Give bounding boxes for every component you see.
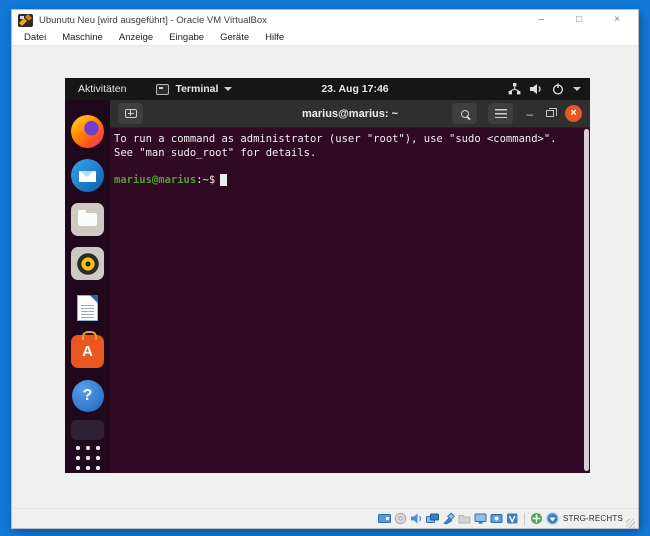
host-menubar: Datei Maschine Anzeige Eingabe Geräte Hi…	[12, 30, 638, 46]
chevron-down-icon	[573, 87, 581, 91]
new-tab-icon	[125, 109, 137, 118]
help-icon: ?	[72, 380, 104, 412]
shared-folders-icon[interactable]	[458, 512, 471, 525]
menu-hilfe[interactable]: Hilfe	[257, 32, 292, 43]
focused-app-label: Terminal	[175, 83, 218, 95]
vbox-statusbar: STRG-RECHTS	[12, 508, 638, 528]
power-icon	[552, 83, 564, 95]
activities-button[interactable]: Aktivitäten	[78, 83, 126, 95]
volume-icon	[530, 83, 543, 95]
recording-icon[interactable]	[490, 512, 503, 525]
focused-app-indicator[interactable]: Terminal	[156, 83, 232, 95]
app-grid-icon[interactable]	[74, 444, 102, 472]
usb-icon[interactable]	[442, 512, 455, 525]
menu-datei[interactable]: Datei	[16, 32, 54, 43]
features-icon[interactable]	[506, 512, 519, 525]
close-button[interactable]: ×	[614, 15, 620, 25]
host-desktop: Ubunutu Neu [wird ausgeführt] - Oracle V…	[0, 0, 650, 536]
terminal-restore-button[interactable]	[546, 110, 554, 117]
terminal-content[interactable]: To run a command as administrator (user …	[110, 128, 590, 473]
maximize-button[interactable]: □	[576, 15, 582, 25]
resize-grip[interactable]	[626, 519, 635, 528]
menu-button[interactable]	[488, 103, 513, 124]
terminal-title: marius@marius: ~	[302, 108, 398, 120]
menu-eingabe[interactable]: Eingabe	[161, 32, 212, 43]
mouse-integration-icon[interactable]	[530, 512, 543, 525]
minimize-button[interactable]: –	[539, 15, 545, 25]
rhythmbox-icon	[71, 247, 104, 280]
menu-anzeige[interactable]: Anzeige	[111, 32, 161, 43]
menu-maschine[interactable]: Maschine	[54, 32, 111, 43]
terminal-prompt: marius@marius:~$	[114, 174, 586, 188]
window-title: Ubunutu Neu [wird ausgeführt] - Oracle V…	[39, 15, 539, 26]
dock-item-thunderbird[interactable]	[71, 159, 104, 192]
terminal-output-line: See "man sudo_root" for details.	[114, 147, 586, 161]
menu-geraete[interactable]: Geräte	[212, 32, 257, 43]
virtualbox-vm-icon	[18, 14, 33, 27]
dock-item-ubuntu-software[interactable]: A	[71, 335, 104, 368]
terminal-headerbar[interactable]: marius@marius: ~ – ×	[110, 100, 590, 128]
prompt-suffix: :~$	[196, 174, 215, 186]
dock-item-terminal[interactable]	[71, 420, 104, 440]
dock-item-libreoffice-writer[interactable]	[71, 291, 104, 324]
prompt-user: marius@marius	[114, 174, 196, 186]
libreoffice-writer-icon	[77, 295, 98, 321]
search-button[interactable]	[452, 103, 477, 124]
host-key-label: STRG-RECHTS	[563, 514, 623, 523]
dock-item-rhythmbox[interactable]	[71, 247, 104, 280]
hamburger-icon	[495, 109, 507, 119]
optical-drives-icon[interactable]	[394, 512, 407, 525]
chevron-down-icon	[224, 87, 232, 91]
network-icon	[508, 83, 521, 95]
ubuntu-software-icon: A	[71, 335, 104, 368]
keyboard-host-key-icon[interactable]	[546, 512, 559, 525]
virtualbox-window: Ubunutu Neu [wird ausgeführt] - Oracle V…	[12, 10, 638, 528]
firefox-icon	[71, 115, 104, 148]
gnome-topbar: Aktivitäten Terminal 23. Aug 17:46	[65, 78, 590, 100]
ubuntu-dock: A ?	[65, 100, 110, 473]
new-tab-button[interactable]	[118, 103, 143, 124]
dock-item-files[interactable]	[71, 203, 104, 236]
dock-item-help[interactable]: ?	[71, 379, 104, 412]
files-icon	[71, 203, 104, 236]
system-tray[interactable]	[508, 83, 581, 95]
host-titlebar[interactable]: Ubunutu Neu [wird ausgeführt] - Oracle V…	[12, 10, 638, 30]
audio-icon[interactable]	[410, 512, 423, 525]
statusbar-separator	[524, 513, 525, 525]
terminal-minimize-button[interactable]: –	[524, 110, 535, 118]
dock-item-firefox[interactable]	[71, 115, 104, 148]
network-adapter-icon[interactable]	[426, 512, 439, 525]
hard-disks-icon[interactable]	[378, 512, 391, 525]
thunderbird-icon	[71, 159, 104, 192]
terminal-scrollbar[interactable]	[584, 129, 589, 471]
search-icon	[461, 110, 469, 118]
clock[interactable]: 23. Aug 17:46	[321, 83, 388, 95]
display-icon[interactable]	[474, 512, 487, 525]
terminal-output-line: To run a command as administrator (user …	[114, 133, 586, 147]
terminal-cursor	[220, 174, 227, 186]
vm-display[interactable]: Aktivitäten Terminal 23. Aug 17:46	[65, 78, 590, 473]
terminal-close-button[interactable]: ×	[565, 105, 582, 122]
terminal-app-icon	[156, 84, 169, 95]
terminal-window: marius@marius: ~ – × To run a c	[110, 100, 590, 473]
